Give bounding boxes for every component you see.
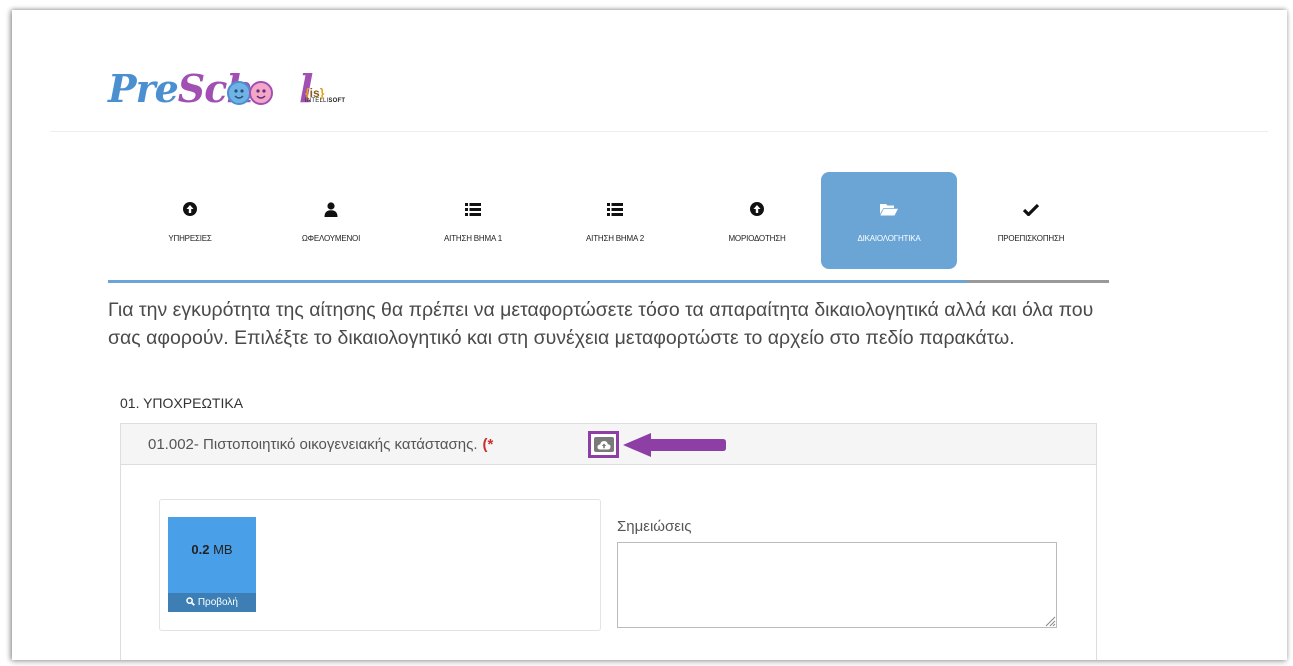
document-title-text: 01.002- Πιστοποιητικό οικογενειακής κατά…: [148, 436, 478, 453]
logo-text-pre: Pre: [108, 66, 179, 111]
section-title: 01. ΥΠΟΧΡΕΩΤΙΚΑ: [120, 395, 244, 411]
header-divider: [50, 131, 1268, 132]
app-window: PreSch l {is} INTELLISOFT ΥΠΗΡΕΣΙΕΣ ΩΦΕΛ…: [12, 10, 1287, 660]
resize-grip-icon[interactable]: [1044, 615, 1056, 627]
logo-text: PreSch l: [108, 66, 313, 111]
intellisoft-logo: {is} INTELLISOFT: [305, 86, 365, 116]
file-size: 0.2 MB: [168, 542, 256, 557]
wizard-steps: ΥΠΗΡΕΣΙΕΣ ΩΦΕΛΟΥΜΕΝΟΙ ΑΙΤΗΣΗ ΒΗΜΑ 1 ΑΙΤΗ…: [108, 170, 1109, 285]
file-preview-container: 0.2 MB Προβολή: [159, 499, 601, 631]
step-label: ΩΦΕΛΟΥΜΕΝΟΙ: [301, 234, 361, 243]
step-preview[interactable]: ΠΡΟΕΠΙΣΚΟΠΗΣΗ: [963, 172, 1099, 269]
search-icon: [186, 597, 195, 606]
highlight-arrow-icon: [623, 433, 726, 457]
document-panel-header[interactable]: 01.002- Πιστοποιητικό οικογενειακής κατά…: [121, 424, 1096, 465]
circle-up-arrow-icon: [689, 200, 825, 218]
wizard-progress-fill: [108, 280, 967, 283]
step-services[interactable]: ΥΠΗΡΕΣΙΕΣ: [122, 172, 258, 269]
folder-open-icon: [821, 200, 957, 218]
instructions-text: Για την εγκυρότητα της αίτησης θα πρέπει…: [108, 299, 1094, 349]
circle-up-arrow-icon: [122, 200, 258, 218]
cloud-upload-icon: [593, 437, 614, 452]
upload-button[interactable]: [588, 431, 619, 458]
document-title: 01.002- Πιστοποιητικό οικογενειακής κατά…: [148, 436, 493, 453]
step-application-2[interactable]: ΑΙΤΗΣΗ ΒΗΜΑ 2: [547, 172, 683, 269]
required-marker: (*: [482, 436, 494, 453]
preview-button-label: Προβολή: [197, 597, 238, 608]
step-scoring[interactable]: ΜΟΡΙΟΔΟΤΗΣΗ: [689, 172, 825, 269]
step-documents[interactable]: ΔΙΚΑΙΟΛΟΓΗΤΙΚΑ: [821, 172, 957, 269]
step-label: ΔΙΚΑΙΟΛΟΓΗΤΙΚΑ: [857, 234, 921, 243]
step-application-1[interactable]: ΑΙΤΗΣΗ ΒΗΜΑ 1: [405, 172, 541, 269]
document-panel: 01.002- Πιστοποιητικό οικογενειακής κατά…: [120, 423, 1097, 660]
check-icon: [963, 200, 1099, 218]
brand-name: INTELLISOFT: [305, 98, 365, 104]
list-icon: [405, 200, 541, 218]
step-label: ΑΙΤΗΣΗ ΒΗΜΑ 1: [444, 234, 502, 243]
step-beneficiaries[interactable]: ΩΦΕΛΟΥΜΕΝΟΙ: [263, 172, 399, 269]
notes-label: Σημειώσεις: [617, 518, 692, 535]
uploaded-file-tile: 0.2 MB Προβολή: [168, 517, 256, 612]
notes-textarea[interactable]: [617, 542, 1057, 628]
step-label: ΜΟΡΙΟΔΟΤΗΣΗ: [728, 234, 786, 243]
list-icon: [547, 200, 683, 218]
step-label: ΑΙΤΗΣΗ ΒΗΜΑ 2: [586, 234, 644, 243]
file-size-value: 0.2: [191, 542, 210, 557]
preview-button[interactable]: Προβολή: [168, 593, 256, 612]
brand-name-a: INTELLI: [305, 98, 329, 104]
kids-faces-icon: [227, 81, 273, 105]
brand-name-b: SOFT: [328, 98, 346, 104]
file-size-unit: MB: [213, 542, 233, 557]
user-icon: [263, 200, 399, 218]
step-label: ΠΡΟΕΠΙΣΚΟΠΗΣΗ: [997, 234, 1065, 243]
step-label: ΥΠΗΡΕΣΙΕΣ: [168, 234, 212, 243]
